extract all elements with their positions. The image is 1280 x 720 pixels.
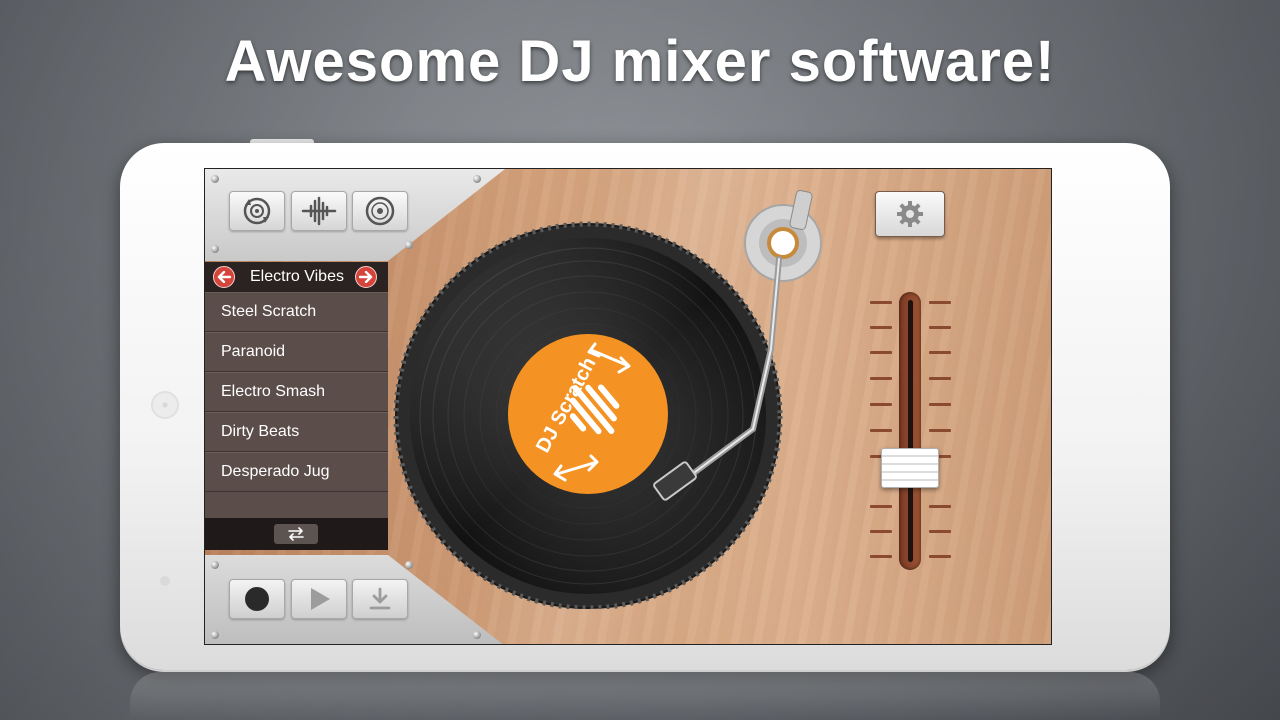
- fader-tick: [929, 301, 951, 304]
- fader-tick: [870, 326, 892, 329]
- fader-tick: [870, 555, 892, 558]
- screw-icon: [211, 631, 219, 639]
- fader-tick: [929, 530, 951, 533]
- play-button[interactable]: [291, 579, 347, 619]
- fader-knob[interactable]: [881, 448, 939, 488]
- fader-tick: [929, 377, 951, 380]
- fader-tick: [870, 505, 892, 508]
- playlist-next-button[interactable]: [355, 266, 377, 288]
- phone-sensor: [160, 576, 170, 586]
- arrow-left-icon: [217, 271, 231, 283]
- fader-tick: [870, 403, 892, 406]
- fader-tick: [870, 429, 892, 432]
- screw-icon: [211, 245, 219, 253]
- playlist-title: Electro Vibes: [250, 268, 344, 285]
- screw-icon: [473, 631, 481, 639]
- waveform-mode-button[interactable]: [291, 191, 347, 231]
- fader-tick: [870, 301, 892, 304]
- record-button[interactable]: [229, 579, 285, 619]
- record-icon: [245, 587, 269, 611]
- arrow-right-icon: [359, 271, 373, 283]
- playlist-panel: Electro Vibes Steel Scratch Paranoid Ele…: [205, 262, 388, 550]
- screw-icon: [473, 175, 481, 183]
- fader-tick: [929, 351, 951, 354]
- fader-tick: [870, 530, 892, 533]
- playlist-item[interactable]: Paranoid: [205, 332, 388, 372]
- playlist-item[interactable]: Steel Scratch: [205, 292, 388, 332]
- waveform-icon: [301, 196, 337, 226]
- fader-tick: [870, 351, 892, 354]
- phone-reflection: [130, 672, 1160, 720]
- swap-button[interactable]: [274, 524, 318, 544]
- fader-tick: [929, 555, 951, 558]
- fader-slot: [908, 300, 913, 562]
- fader-tick: [870, 377, 892, 380]
- play-icon: [311, 588, 330, 610]
- screw-icon: [211, 561, 219, 569]
- app-screen: Electro Vibes Steel Scratch Paranoid Ele…: [204, 168, 1052, 645]
- phone-speaker: [151, 391, 179, 419]
- gear-icon: [897, 201, 923, 227]
- playlist-item[interactable]: Dirty Beats: [205, 412, 388, 452]
- playlist-footer: [205, 518, 388, 550]
- fader-tick: [929, 429, 951, 432]
- record-sync-icon: [243, 197, 271, 225]
- settings-button[interactable]: [875, 191, 945, 237]
- playlist-prev-button[interactable]: [213, 266, 235, 288]
- screw-icon: [211, 175, 219, 183]
- fader-tick: [929, 326, 951, 329]
- playlist-header: Electro Vibes: [205, 262, 388, 292]
- swap-icon: [288, 527, 304, 541]
- playlist-item[interactable]: Desperado Jug: [205, 452, 388, 492]
- headline: Awesome DJ mixer software!: [224, 29, 1056, 94]
- fader-tick: [929, 505, 951, 508]
- tonearm[interactable]: [635, 179, 855, 519]
- playlist-item[interactable]: Electro Smash: [205, 372, 388, 412]
- turntable-mode-button[interactable]: [229, 191, 285, 231]
- fader-tick: [929, 403, 951, 406]
